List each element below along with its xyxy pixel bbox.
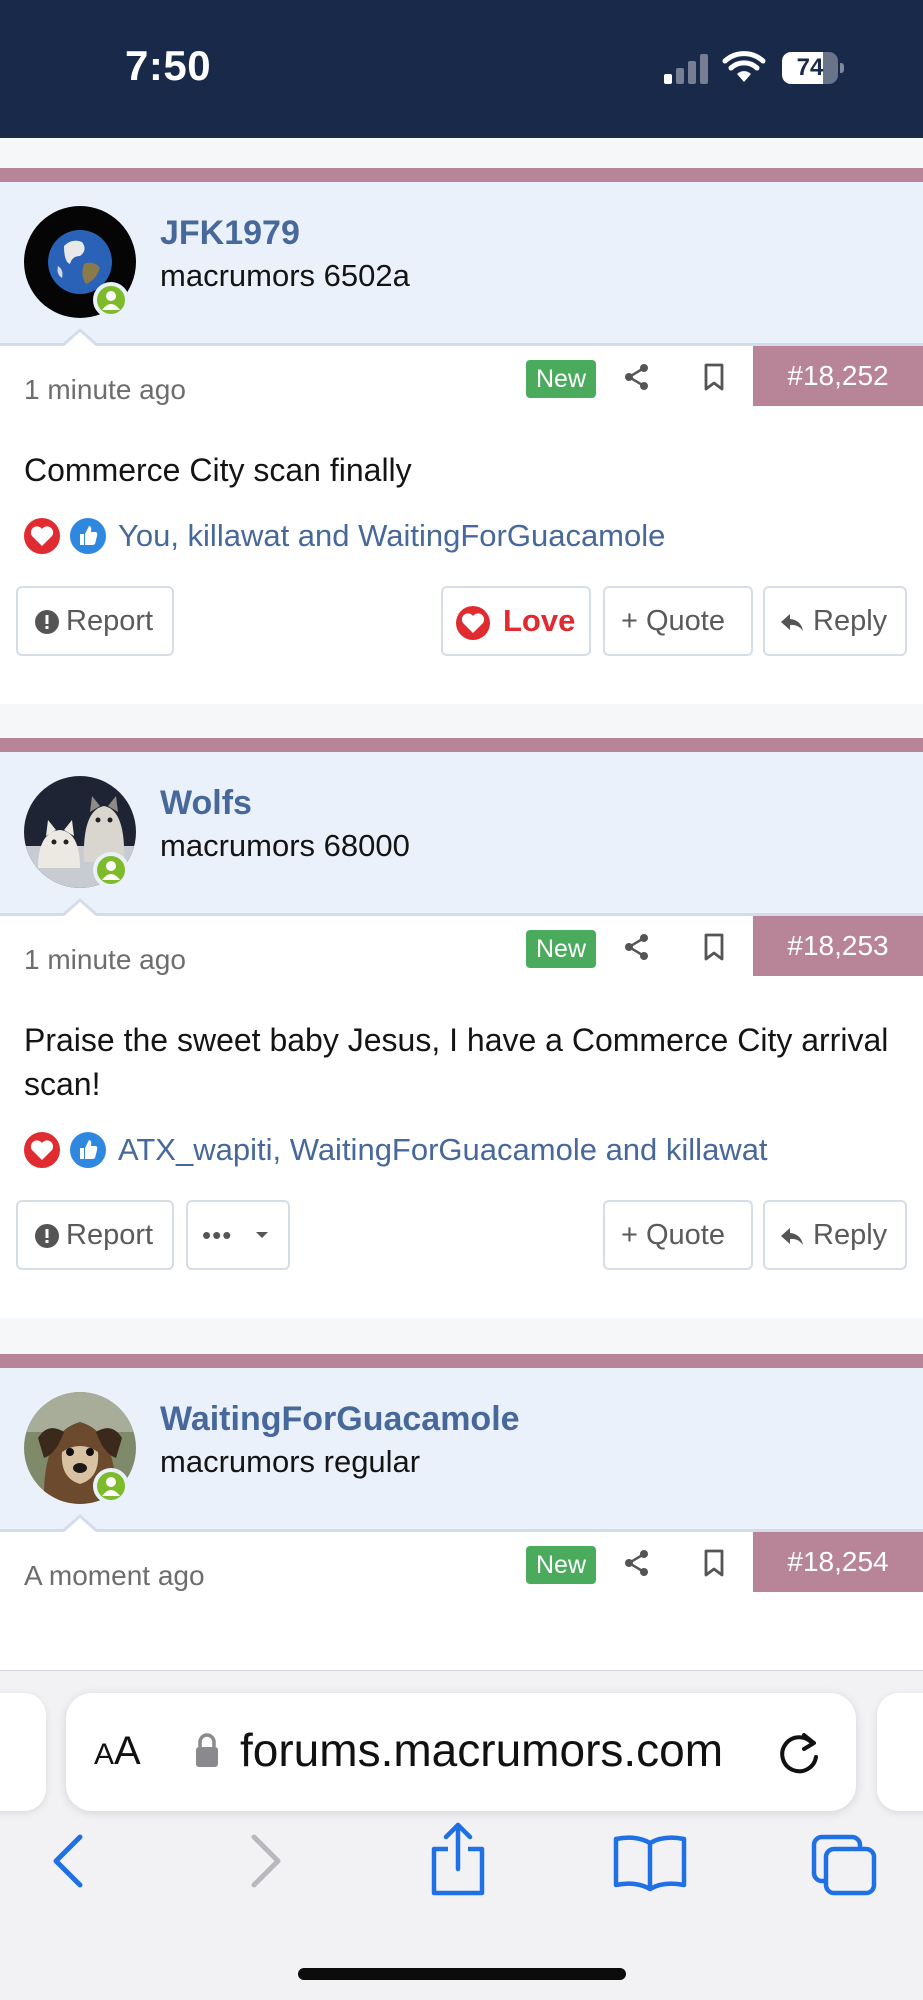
report-button[interactable]: Report — [16, 1200, 174, 1270]
new-badge: New — [526, 360, 597, 398]
post-number-link[interactable]: #18,252 — [753, 346, 923, 406]
bookmarks-icon[interactable] — [612, 1833, 688, 1893]
browser-toolbar: AA forums.macrumors.com — [0, 1670, 923, 2000]
online-status-icon — [93, 282, 129, 318]
page: 7:50 74 JFK1979 macrumors 6502a 1 minute… — [0, 0, 923, 2000]
post-meta-bar: 1 minute ago New #18,252 — [0, 346, 923, 410]
username-link[interactable]: WaitingForGuacamole — [160, 1400, 520, 1439]
reply-button[interactable]: Reply — [763, 1200, 907, 1270]
alert-icon — [35, 610, 59, 634]
post-author-header: WaitingForGuacamole macrumors regular — [0, 1368, 923, 1533]
wifi-icon — [722, 51, 766, 82]
share-sheet-icon[interactable] — [428, 1821, 488, 1897]
love-reaction-icon — [22, 516, 62, 556]
reactions-bar[interactable]: You, killawat and WaitingForGuacamole — [22, 516, 902, 560]
love-reaction-icon — [22, 1130, 62, 1170]
bookmark-icon[interactable] — [700, 1548, 728, 1578]
heart-icon — [456, 606, 490, 640]
cellular-signal-icon — [664, 54, 708, 84]
reply-arrow-icon — [781, 614, 803, 631]
post-number-link[interactable]: #18,253 — [753, 916, 923, 976]
user-title: macrumors 6502a — [160, 258, 410, 293]
alert-icon — [35, 1224, 59, 1248]
post-author-header: JFK1979 macrumors 6502a — [0, 182, 923, 347]
user-title: macrumors 68000 — [160, 828, 410, 863]
tabs-icon[interactable] — [810, 1833, 878, 1897]
reaction-users-link[interactable]: ATX_wapiti, WaitingForGuacamole and kill… — [118, 1132, 768, 1168]
post-timestamp[interactable]: 1 minute ago — [24, 944, 186, 976]
post-timestamp[interactable]: A moment ago — [24, 1560, 205, 1592]
reaction-users-link[interactable]: You, killawat and WaitingForGuacamole — [118, 518, 665, 554]
previous-tab-preview[interactable] — [0, 1693, 46, 1811]
next-tab-preview[interactable] — [877, 1693, 923, 1811]
share-icon[interactable] — [622, 1548, 652, 1578]
like-reaction-icon — [68, 1130, 108, 1170]
post: WaitingForGuacamole macrumors regular A … — [0, 1354, 923, 1670]
chevron-down-icon — [256, 1232, 268, 1238]
more-options-button[interactable]: ••• — [186, 1200, 290, 1270]
quote-button[interactable]: + Quote — [603, 586, 753, 656]
battery-level: 74 — [796, 54, 824, 81]
new-badge: New — [526, 930, 597, 968]
share-icon[interactable] — [622, 362, 652, 392]
address-bar[interactable]: AA forums.macrumors.com — [66, 1693, 856, 1811]
like-reaction-icon — [68, 516, 108, 556]
status-bar: 7:50 74 — [0, 0, 923, 138]
forward-icon[interactable] — [246, 1831, 286, 1891]
post-message: Praise the sweet baby Jesus, I have a Co… — [24, 1022, 889, 1102]
username-link[interactable]: Wolfs — [160, 784, 252, 823]
back-icon[interactable] — [48, 1831, 88, 1891]
online-status-icon — [93, 852, 129, 888]
bookmark-icon[interactable] — [700, 932, 728, 962]
url-text[interactable]: forums.macrumors.com — [240, 1723, 723, 1777]
post-author-header: Wolfs macrumors 68000 — [0, 752, 923, 917]
status-time: 7:50 — [125, 42, 212, 89]
post-timestamp[interactable]: 1 minute ago — [24, 374, 186, 406]
user-title: macrumors regular — [160, 1444, 421, 1479]
post-meta-bar: 1 minute ago New #18,253 — [0, 916, 923, 980]
reply-button[interactable]: Reply — [763, 586, 907, 656]
post-number-link[interactable]: #18,254 — [753, 1532, 923, 1592]
love-button[interactable]: Love — [441, 586, 591, 656]
new-badge: New — [526, 1546, 597, 1584]
text-size-button[interactable]: AA — [94, 1729, 141, 1774]
post-meta-bar: A moment ago New #18,254 — [0, 1532, 923, 1596]
reactions-bar[interactable]: ATX_wapiti, WaitingForGuacamole and kill… — [22, 1130, 902, 1174]
online-status-icon — [93, 1468, 129, 1504]
share-icon[interactable] — [622, 932, 652, 962]
battery-icon: 74 — [782, 52, 844, 84]
home-indicator[interactable] — [298, 1968, 626, 1980]
report-button[interactable]: Report — [16, 586, 174, 656]
reload-icon[interactable] — [774, 1725, 824, 1779]
post-message: Commerce City scan finally — [24, 452, 412, 488]
username-link[interactable]: JFK1979 — [160, 214, 300, 253]
post: JFK1979 macrumors 6502a 1 minute ago New… — [0, 168, 923, 704]
quote-button[interactable]: + Quote — [603, 1200, 753, 1270]
bookmark-icon[interactable] — [700, 362, 728, 392]
post: Wolfs macrumors 68000 1 minute ago New #… — [0, 738, 923, 1318]
lock-icon — [196, 1733, 218, 1767]
reply-arrow-icon — [781, 1228, 803, 1245]
